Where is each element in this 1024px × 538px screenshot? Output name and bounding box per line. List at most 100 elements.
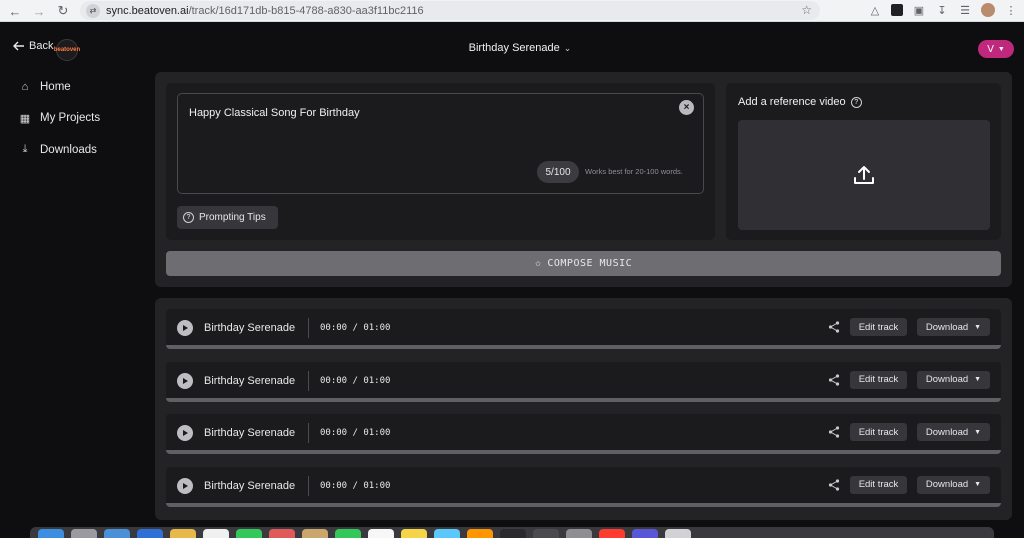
close-icon: × xyxy=(683,102,690,113)
dock-app-icon[interactable] xyxy=(632,529,658,538)
track-time: 00:00 / 01:00 xyxy=(320,323,391,333)
sidebar-item-downloads[interactable]: ⤓ Downloads xyxy=(0,134,150,166)
share-icon[interactable] xyxy=(827,373,841,387)
track-divider xyxy=(308,370,309,391)
home-icon: ⌂ xyxy=(21,80,29,93)
project-title: Birthday Serenade xyxy=(468,42,560,54)
download-icon: ⤓ xyxy=(22,143,28,156)
dock-app-icon[interactable] xyxy=(533,529,559,538)
dock-app-icon[interactable] xyxy=(38,529,64,538)
dock-app-icon[interactable] xyxy=(599,529,625,538)
share-icon[interactable] xyxy=(827,478,841,492)
brand-logo[interactable]: beatoven xyxy=(54,39,80,61)
sidebar-item-label: Home xyxy=(40,80,71,93)
edit-track-button[interactable]: Edit track xyxy=(850,370,907,389)
download-label: Download xyxy=(925,479,969,490)
track-progress-bar[interactable] xyxy=(166,345,1001,349)
sidebar-item-label: Downloads xyxy=(40,143,97,156)
user-menu-button[interactable]: V ▼ xyxy=(978,40,1014,58)
prompt-card: Happy Classical Song For Birthday × 5/10… xyxy=(166,83,715,240)
reading-list-icon[interactable]: ☰ xyxy=(958,4,972,17)
arrow-left-icon xyxy=(13,41,24,51)
address-bar[interactable]: ⇄ sync.beatoven.ai/track/16d171db-b815-4… xyxy=(80,1,820,20)
download-tray-icon[interactable]: ↧ xyxy=(935,4,949,17)
dock-app-icon[interactable] xyxy=(500,529,526,538)
track-progress-bar[interactable] xyxy=(166,397,1001,402)
download-dropdown[interactable]: Download ▼ xyxy=(917,475,990,494)
dock-app-icon[interactable] xyxy=(434,529,460,538)
help-icon: ? xyxy=(183,212,194,223)
sidebar: ⌂ Home ▦ My Projects ⤓ Downloads xyxy=(0,71,150,166)
browser-toolbar: ← → ↻ ⇄ sync.beatoven.ai/track/16d171db-… xyxy=(0,0,1024,22)
track-progress-bar[interactable] xyxy=(166,502,1001,507)
dock-app-icon[interactable] xyxy=(71,529,97,538)
compose-music-button[interactable]: ✩ COMPOSE MUSIC xyxy=(166,251,1001,276)
dock-app-icon[interactable] xyxy=(665,529,691,538)
word-count-badge: 5/100 xyxy=(537,161,579,183)
chevron-down-icon: ⌄ xyxy=(563,43,572,53)
reload-icon[interactable]: ↻ xyxy=(52,0,74,22)
track-divider xyxy=(308,318,309,338)
dock-app-icon[interactable] xyxy=(368,529,394,538)
prompt-textarea[interactable]: Happy Classical Song For Birthday × 5/10… xyxy=(177,93,704,194)
image-icon: ▦ xyxy=(19,112,31,125)
extension-icon[interactable]: △ xyxy=(868,4,882,17)
dock-app-icon[interactable] xyxy=(170,529,196,538)
back-arrow-icon[interactable]: ← xyxy=(4,0,26,22)
dock-app-icon[interactable] xyxy=(269,529,295,538)
site-info-icon[interactable]: ⇄ xyxy=(86,3,100,18)
forward-arrow-icon[interactable]: → xyxy=(28,0,50,22)
edit-track-button[interactable]: Edit track xyxy=(850,318,907,336)
dock-app-icon[interactable] xyxy=(302,529,328,538)
macos-dock xyxy=(30,527,994,538)
track-divider xyxy=(308,423,309,443)
download-label: Download xyxy=(925,426,969,438)
download-dropdown[interactable]: Download ▼ xyxy=(917,370,990,389)
extension-dark-icon[interactable] xyxy=(891,4,903,16)
sidebar-item-my-projects[interactable]: ▦ My Projects xyxy=(0,103,150,135)
word-hint: Works best for 20-100 words. xyxy=(585,167,683,176)
kebab-menu-icon[interactable]: ⋮ xyxy=(1004,4,1018,17)
track-row: Birthday Serenade 00:00 / 01:00 Edit tra… xyxy=(166,361,1001,402)
project-title-dropdown[interactable]: Birthday Serenade ⌄ xyxy=(440,42,600,54)
play-icon xyxy=(183,482,188,489)
dock-app-icon[interactable] xyxy=(137,529,163,538)
sidebar-item-label: My Projects xyxy=(40,112,101,125)
edit-track-button[interactable]: Edit track xyxy=(850,423,907,441)
caret-down-icon: ▼ xyxy=(974,376,982,383)
help-icon[interactable]: ? xyxy=(850,96,862,108)
bookmark-star-icon[interactable]: ☆ xyxy=(801,3,812,17)
tracks-panel: Birthday Serenade 00:00 / 01:00 Edit tra… xyxy=(155,298,1012,520)
dock-app-icon[interactable] xyxy=(236,529,262,538)
track-name: Birthday Serenade xyxy=(204,427,296,439)
dock-app-icon[interactable] xyxy=(335,529,361,538)
play-icon xyxy=(183,325,188,331)
dock-app-icon[interactable] xyxy=(104,529,130,538)
track-progress-bar[interactable] xyxy=(166,450,1001,454)
dock-app-icon[interactable] xyxy=(401,529,427,538)
dock-app-icon[interactable] xyxy=(566,529,592,538)
play-button[interactable] xyxy=(177,320,193,336)
sidebar-item-home[interactable]: ⌂ Home xyxy=(0,71,150,103)
download-label: Download xyxy=(925,321,969,333)
play-button[interactable] xyxy=(177,477,193,494)
play-button[interactable] xyxy=(177,425,193,441)
track-divider xyxy=(308,475,309,496)
prompting-tips-button[interactable]: ? Prompting Tips xyxy=(177,206,278,229)
reference-video-title: Add a reference video ? xyxy=(738,96,862,108)
edit-track-button[interactable]: Edit track xyxy=(850,475,907,494)
puzzle-icon[interactable]: ▣ xyxy=(912,4,926,17)
dock-app-icon[interactable] xyxy=(203,529,229,538)
profile-avatar[interactable] xyxy=(981,3,995,17)
download-label: Download xyxy=(925,374,969,385)
download-dropdown[interactable]: Download ▼ xyxy=(917,318,990,336)
share-icon[interactable] xyxy=(827,425,841,439)
dock-app-icon[interactable] xyxy=(467,529,493,538)
share-icon[interactable] xyxy=(827,320,841,334)
download-dropdown[interactable]: Download ▼ xyxy=(917,423,990,441)
reference-video-card: Add a reference video ? xyxy=(726,83,1001,240)
play-button[interactable] xyxy=(177,372,193,389)
clear-prompt-button[interactable]: × xyxy=(679,100,694,115)
video-upload-dropzone[interactable] xyxy=(738,120,990,230)
back-button[interactable]: Back xyxy=(13,40,53,52)
